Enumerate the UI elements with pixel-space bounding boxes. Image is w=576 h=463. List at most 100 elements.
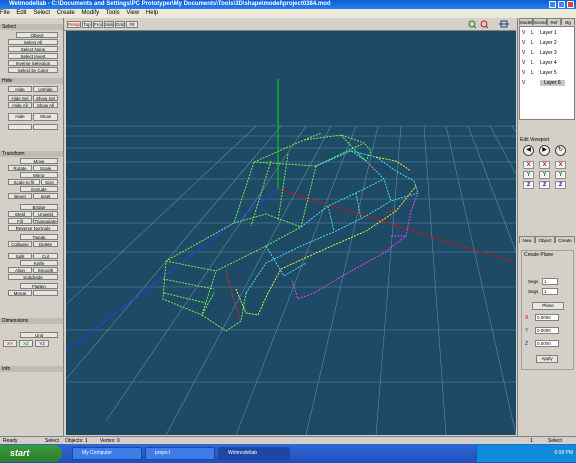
layer-lock-toggle[interactable]: L <box>531 60 534 66</box>
segments-x-field[interactable]: 1 <box>542 278 558 285</box>
menu-edit[interactable]: Edit <box>16 10 26 16</box>
layer-lock-toggle[interactable]: L <box>531 50 534 56</box>
taskbar-item[interactable]: My Computer <box>72 447 142 460</box>
coord-z-field[interactable]: 0.0000 <box>535 340 559 347</box>
triangulate-button[interactable]: Triangulate <box>33 218 58 224</box>
xz-button[interactable]: XZ <box>19 340 33 347</box>
small-button-b[interactable] <box>33 124 58 130</box>
extra-button[interactable] <box>33 290 58 296</box>
layer-row[interactable]: V L Layer 5 <box>520 70 574 78</box>
axis-y-label[interactable]: Y <box>523 171 534 179</box>
tab-bg[interactable]: Bg <box>561 18 575 25</box>
extrude-button[interactable]: Extrude <box>20 186 58 192</box>
fit-view-icon[interactable] <box>499 20 509 28</box>
bevel-button[interactable]: Bevel <box>8 193 32 199</box>
yz-button[interactable]: YZ <box>35 340 49 347</box>
axis-x-label[interactable]: X <box>523 161 534 169</box>
layer-visible-toggle[interactable]: V <box>522 70 525 76</box>
layer-row[interactable]: V L Layer 3 <box>520 50 574 58</box>
layer-visible-toggle[interactable]: V <box>522 60 525 66</box>
subdivide-button[interactable]: Subdivide <box>8 274 58 280</box>
plane-button[interactable]: Plane <box>532 302 564 310</box>
cut-button[interactable]: Cut <box>33 253 58 259</box>
layer-row[interactable]: V L Layer 4 <box>520 60 574 68</box>
mirror-button[interactable]: Mirror <box>20 172 58 178</box>
layer-row[interactable]: V L Layer 2 <box>520 40 574 48</box>
inverse-selection-button[interactable]: Inverse Selection <box>8 60 58 66</box>
knife-button[interactable]: Knife <box>20 260 58 266</box>
tab-create[interactable]: Create <box>555 236 575 243</box>
3d-viewport[interactable] <box>66 31 516 435</box>
apply-button[interactable]: Apply <box>536 355 558 363</box>
menu-tools[interactable]: Tools <box>106 10 120 16</box>
prev-icon[interactable]: ◀ <box>523 145 534 156</box>
tab-object[interactable]: Object <box>535 236 555 243</box>
scale-button[interactable]: Scale <box>33 165 58 171</box>
hide-toggle-button[interactable]: Hide <box>8 113 32 121</box>
axis-x-a[interactable]: X <box>539 161 550 169</box>
viewport-canvas[interactable] <box>66 31 516 435</box>
bridge-button[interactable]: Bridge <box>20 204 58 210</box>
axis-z-a[interactable]: Z <box>539 181 550 189</box>
axis-z-label[interactable]: Z <box>523 181 534 189</box>
unit-button[interactable]: Unit <box>20 332 58 338</box>
delete-button[interactable]: Delete <box>33 241 58 247</box>
menu-select[interactable]: Select <box>33 10 50 16</box>
axis-x-b[interactable]: X <box>555 161 566 169</box>
view-front-button[interactable]: Front <box>93 21 103 28</box>
axis-y-b[interactable]: Y <box>555 171 566 179</box>
refresh-icon[interactable]: ↻ <box>555 145 566 156</box>
select-by-color-button[interactable]: Select by Color <box>8 67 58 73</box>
view-fit-button[interactable]: Fit <box>126 21 138 28</box>
menu-help[interactable]: Help <box>146 10 158 16</box>
layer-lock-toggle[interactable]: L <box>531 30 534 36</box>
flatten-button[interactable]: Flatten <box>20 283 58 289</box>
layer-visible-toggle[interactable]: V <box>522 80 525 86</box>
maximize-button[interactable] <box>558 1 565 8</box>
unhide-button[interactable]: Unhide <box>33 86 58 92</box>
layer-lock-toggle[interactable]: L <box>531 40 534 46</box>
show-selected-button[interactable]: Show Sel <box>33 95 58 101</box>
inset-button[interactable]: Inset <box>33 193 58 199</box>
select-invert-button[interactable]: Select Invert <box>8 53 58 59</box>
hide-all-button[interactable]: Hide All <box>8 102 32 108</box>
segments-y-field[interactable]: 1 <box>542 288 558 295</box>
select-object-button[interactable]: Object <box>16 32 58 38</box>
rotate-button[interactable]: Rotate <box>8 165 32 171</box>
taskbar-item-active[interactable]: Wetmodellab <box>218 447 290 460</box>
tab-ref[interactable]: Ref <box>547 18 561 25</box>
layer-row[interactable]: V Layer 6 <box>520 80 574 88</box>
size-button[interactable]: Size <box>41 179 58 185</box>
hide-button[interactable]: Hide <box>8 86 32 92</box>
menu-create[interactable]: Create <box>57 10 75 16</box>
menu-view[interactable]: View <box>126 10 139 16</box>
layer-visible-toggle[interactable]: V <box>522 50 525 56</box>
unweld-button[interactable]: Unweld <box>33 211 58 217</box>
view-persp-button[interactable]: Persp <box>67 21 81 28</box>
car-wireframe-model[interactable] <box>162 132 419 332</box>
layer-row[interactable]: V L Layer 1 <box>520 30 574 38</box>
select-none-button[interactable]: Select None <box>8 46 58 52</box>
layer-visible-toggle[interactable]: V <box>522 30 525 36</box>
move-button[interactable]: Move <box>20 158 58 164</box>
weld-button[interactable]: Weld <box>8 211 32 217</box>
zoom-out-icon[interactable] <box>480 20 489 29</box>
smooth-button[interactable]: Smooth <box>33 267 58 273</box>
split-button[interactable]: Split <box>8 253 32 259</box>
show-toggle-button[interactable]: Show <box>33 113 58 121</box>
tab-scene[interactable]: Scene <box>533 18 547 25</box>
merge-button[interactable]: Merge <box>8 290 32 296</box>
layer-visible-toggle[interactable]: V <box>522 40 525 46</box>
reverse-normals-button[interactable]: Reverse Normals <box>8 225 58 231</box>
hide-selected-button[interactable]: Hide Sel <box>8 95 32 101</box>
menu-file[interactable]: File <box>0 10 10 16</box>
select-all-button[interactable]: Select All <box>8 39 58 45</box>
taskbar-item[interactable]: project <box>145 447 215 460</box>
tab-model[interactable]: Model <box>519 18 533 25</box>
close-button[interactable] <box>567 1 574 8</box>
axis-z-b[interactable]: Z <box>555 181 566 189</box>
scale-to-fit-button[interactable]: Scale to fit <box>8 179 40 185</box>
align-button[interactable]: Align <box>8 267 32 273</box>
minimize-button[interactable] <box>549 1 556 8</box>
view-side-button[interactable]: Side <box>104 21 114 28</box>
